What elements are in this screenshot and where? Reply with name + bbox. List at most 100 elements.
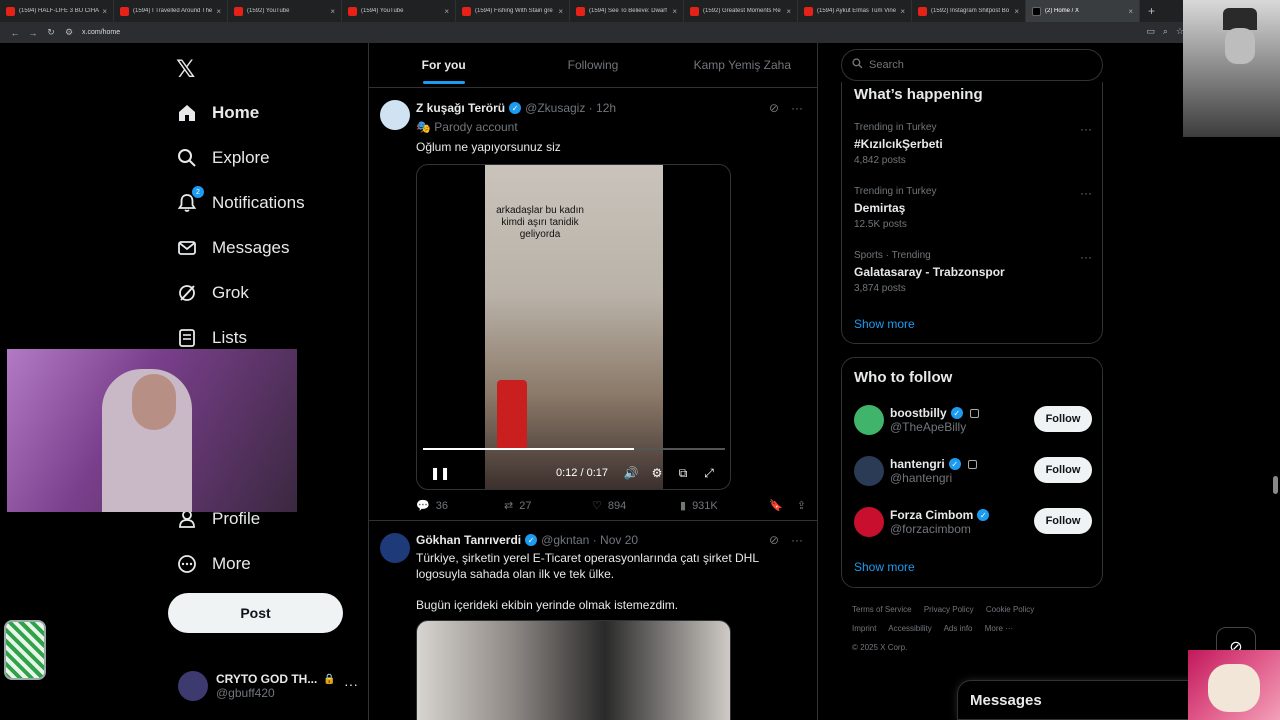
follow-suggestion[interactable]: boostbilly ✓ @TheApeBilly Follow (854, 402, 1092, 438)
sidebar-item-explore[interactable]: Explore (176, 143, 270, 173)
footer-link-privacy[interactable]: Privacy Policy (924, 605, 974, 614)
tweet-time[interactable]: Nov 20 (600, 533, 638, 547)
reply-button[interactable]: 💬 36 (416, 499, 504, 513)
follow-button[interactable]: Follow (1034, 508, 1092, 534)
close-icon[interactable]: × (102, 7, 107, 16)
trend-item[interactable]: Sports · Trending Galatasaray - Trabzons… (854, 250, 1092, 294)
scrollbar-thumb[interactable] (1273, 476, 1278, 494)
browser-tab[interactable]: (1594) See To Believe: Dwarf × (570, 0, 684, 22)
pip-icon[interactable]: ⧉ (670, 466, 696, 481)
follow-suggestion[interactable]: hantengri ✓ @hantengri Follow (854, 453, 1092, 489)
sidebar-item-messages[interactable]: Messages (176, 233, 289, 263)
share-icon[interactable]: ⇪ (797, 499, 806, 512)
more-icon[interactable]: ··· (1080, 186, 1092, 200)
pause-icon[interactable]: ❚❚ (427, 466, 453, 480)
more-icon[interactable]: ··· (1080, 250, 1092, 264)
new-tab-button[interactable]: + (1140, 4, 1163, 18)
author-handle[interactable]: @gkntan (541, 533, 589, 547)
more-icon[interactable]: ··· (1080, 122, 1092, 136)
tweet[interactable]: Gökhan Tanrıverdi ✓ @gkntan · Nov 20 ⊘ ·… (369, 522, 817, 720)
footer-link-cookies[interactable]: Cookie Policy (986, 605, 1034, 614)
browser-tab[interactable]: (1592) Greatest Moments Re × (684, 0, 798, 22)
close-icon[interactable]: × (444, 7, 449, 16)
close-icon[interactable]: × (672, 7, 677, 16)
trend-item[interactable]: Trending in Turkey Demirtaş 12.5K posts … (854, 186, 1092, 230)
browser-tab[interactable]: (1592) YouTube × (228, 0, 342, 22)
zoom-icon[interactable]: ⌕ (1163, 26, 1168, 37)
browser-tab[interactable]: (1594) Fishing With Stain gre × (456, 0, 570, 22)
youtube-icon (690, 6, 699, 16)
more-icon[interactable]: ··· (344, 676, 358, 692)
reload-icon[interactable]: ↻ (42, 27, 60, 38)
tweet-time[interactable]: 12h (596, 101, 616, 115)
avatar[interactable] (380, 100, 410, 130)
footer-link-imprint[interactable]: Imprint (852, 624, 876, 633)
tab-kamp-yemis-zaha[interactable]: Kamp Yemiş Zaha (668, 43, 817, 87)
close-icon[interactable]: × (1014, 7, 1019, 16)
browser-tab[interactable]: (1592) İnstagram Shitpost Bo × (912, 0, 1026, 22)
author-handle[interactable]: @Zkusagiz (525, 101, 585, 115)
author-name[interactable]: Z kuşağı Terörü (416, 101, 505, 115)
close-icon[interactable]: × (330, 7, 335, 16)
lock-icon: 🔒 (323, 673, 336, 685)
follow-button[interactable]: Follow (1034, 457, 1092, 483)
more-icon[interactable]: ··· (791, 101, 803, 115)
sidebar-item-home[interactable]: Home (176, 98, 259, 128)
url-field[interactable]: x.com/home (82, 29, 120, 36)
video-player[interactable]: arkadaşlar bu kadın kimdi aşırı tanidik … (416, 164, 731, 490)
divider (817, 43, 818, 720)
close-icon[interactable]: × (558, 7, 563, 16)
browser-tab[interactable]: (1594) I Travelled Around The × (114, 0, 228, 22)
forward-icon[interactable]: → (24, 28, 42, 38)
views-button[interactable]: ▮ 931K (680, 499, 768, 513)
tweet-text: Oğlum ne yapıyorsunuz siz (416, 140, 561, 154)
follow-button[interactable]: Follow (1034, 406, 1092, 432)
account-switcher[interactable]: CRYTO GOD TH... 🔒 @gbuff420 ··· (178, 668, 358, 704)
close-icon[interactable]: × (786, 7, 791, 16)
footer-link-accessibility[interactable]: Accessibility (888, 624, 932, 633)
tab-for-you[interactable]: For you (369, 43, 518, 87)
volume-icon[interactable]: 🔊 (618, 466, 644, 480)
avatar[interactable] (380, 533, 410, 563)
back-icon[interactable]: ← (6, 28, 24, 38)
tweet-image[interactable] (416, 620, 731, 720)
close-icon[interactable]: × (216, 7, 221, 16)
repost-button[interactable]: ⇄ 27 (504, 499, 592, 513)
show-more-link[interactable]: Show more (854, 317, 915, 331)
messages-drawer[interactable]: Messages (957, 680, 1207, 720)
sidebar-item-more[interactable]: More (176, 549, 251, 579)
tweet[interactable]: Z kuşağı Terörü ✓ @Zkusagiz · 12h ⊘ ··· … (369, 89, 817, 521)
settings-icon[interactable]: ⚙ (644, 466, 670, 480)
tweet-header: Gökhan Tanrıverdi ✓ @gkntan · Nov 20 (416, 533, 638, 547)
more-icon[interactable]: ··· (791, 533, 803, 547)
like-button[interactable]: ♡ 894 (592, 499, 680, 513)
browser-tab-active[interactable]: (2) Home / X × (1026, 0, 1140, 22)
show-more-link[interactable]: Show more (854, 560, 915, 574)
sidebar-item-notifications[interactable]: 2 Notifications (176, 186, 305, 218)
close-icon[interactable]: × (900, 7, 905, 16)
video-caption: arkadaşlar bu kadın kimdi aşırı tanidik … (496, 205, 584, 240)
grok-icon[interactable]: ⊘ (769, 101, 779, 115)
search-input[interactable] (869, 59, 1069, 71)
grok-icon[interactable]: ⊘ (769, 533, 779, 547)
x-logo[interactable]: 𝕏 (176, 55, 195, 84)
follow-suggestion[interactable]: Forza Cimbom ✓ @forzacimbom Follow (854, 504, 1092, 540)
sidebar-item-grok[interactable]: Grok (176, 278, 249, 308)
trend-item[interactable]: Trending in Turkey #KızılcıkŞerbeti 4,84… (854, 122, 1092, 166)
site-info-icon[interactable]: ⚙ (60, 27, 78, 38)
footer-link-ads-info[interactable]: Ads info (944, 624, 973, 633)
browser-tab[interactable]: (1594) Aykut Elmas Tüm Vine × (798, 0, 912, 22)
tab-following[interactable]: Following (518, 43, 667, 87)
post-button[interactable]: Post (168, 593, 343, 633)
cast-icon[interactable]: ▭ (1146, 26, 1155, 37)
bookmark-icon[interactable]: 🔖 (769, 499, 783, 512)
fullscreen-icon[interactable]: ⤢ (696, 466, 722, 481)
browser-tab[interactable]: (1594) YouTube × (342, 0, 456, 22)
close-icon[interactable]: × (1128, 7, 1133, 16)
footer-link-more[interactable]: More ··· (985, 624, 1013, 633)
footer-link-terms[interactable]: Terms of Service (852, 605, 912, 614)
author-name[interactable]: Gökhan Tanrıverdi (416, 533, 521, 547)
browser-tab[interactable]: (1594) HALF-LIFE 3 BU CİHAZ × (0, 0, 114, 22)
search-box[interactable] (841, 49, 1103, 81)
video-progress-bar[interactable] (423, 448, 725, 450)
